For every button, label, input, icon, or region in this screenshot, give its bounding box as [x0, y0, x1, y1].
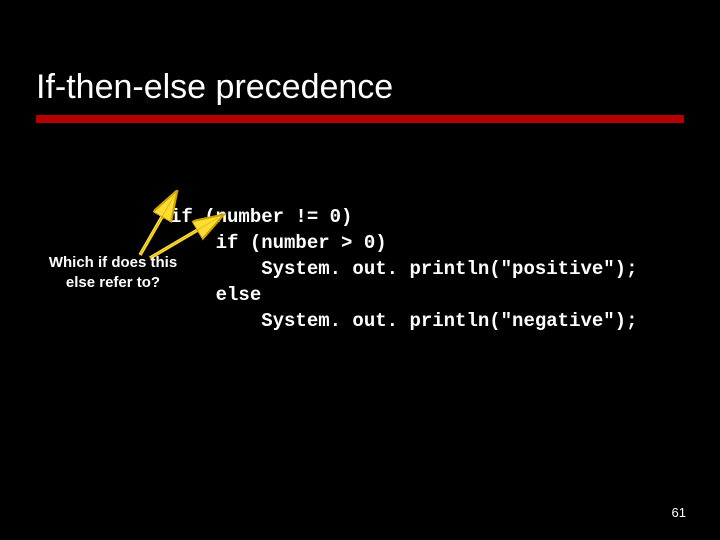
- underline-red-bar: [36, 115, 684, 123]
- page-number: 61: [672, 505, 686, 520]
- code-line-5: System. out. println("negative");: [170, 310, 637, 332]
- underline-gap: [36, 123, 684, 127]
- annotation-line-2: else refer to?: [66, 274, 160, 291]
- code-line-2: if (number > 0): [170, 232, 387, 254]
- annotation-line-1: Which if does this: [49, 254, 177, 271]
- title-underline: [36, 115, 684, 127]
- slide-title: If-then-else precedence: [36, 68, 393, 107]
- code-line-1: if (number != 0): [170, 206, 352, 228]
- code-block: if (number != 0) if (number > 0) System.…: [170, 178, 637, 334]
- code-line-3: System. out. println("positive");: [170, 258, 637, 280]
- annotation-text: Which if does this else refer to?: [18, 253, 208, 293]
